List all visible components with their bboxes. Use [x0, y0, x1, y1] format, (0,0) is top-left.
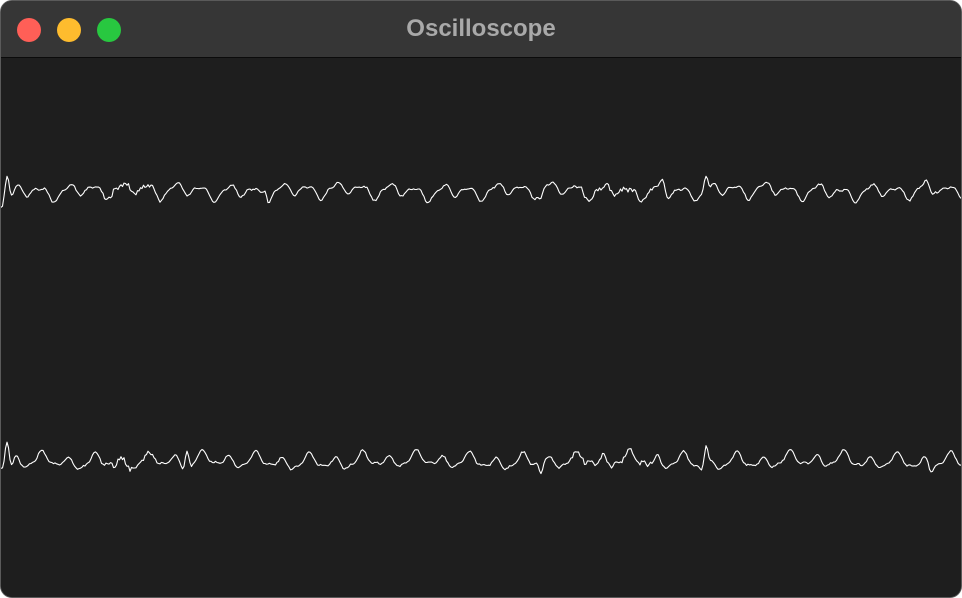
scope-display — [1, 58, 961, 597]
channel-1-waveform — [1, 175, 961, 208]
waveform-canvas — [1, 175, 961, 475]
title-bar[interactable]: Oscilloscope — [1, 1, 961, 58]
channel-2-waveform — [1, 441, 961, 475]
oscilloscope-window: Oscilloscope — [0, 0, 962, 598]
window-title: Oscilloscope — [406, 15, 556, 42]
